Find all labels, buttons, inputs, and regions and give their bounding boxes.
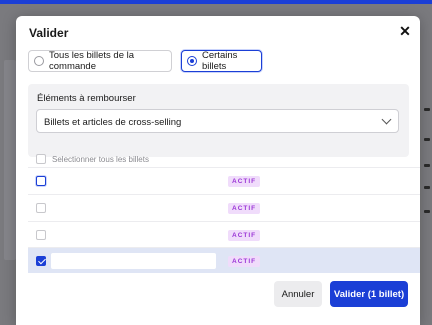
select-all-checkbox[interactable] xyxy=(36,154,46,164)
background-panel xyxy=(4,60,16,260)
select-all-label: Selectionner tous les billets xyxy=(52,154,149,164)
ticket-checkbox[interactable] xyxy=(36,256,46,266)
ticket-row: ACTIF xyxy=(28,194,420,220)
chevron-down-icon xyxy=(381,114,392,125)
status-badge: ACTIF xyxy=(228,203,261,214)
select-all-tickets[interactable]: Selectionner tous les billets xyxy=(36,151,149,167)
radio-unchecked-icon[interactable] xyxy=(34,56,44,66)
ticket-checkbox[interactable] xyxy=(36,230,46,240)
status-badge: ACTIF xyxy=(228,230,261,241)
refund-items-label: Éléments à rembourser xyxy=(37,93,136,104)
status-badge: ACTIF xyxy=(228,256,261,267)
ticket-checkbox[interactable] xyxy=(36,176,46,186)
status-badge: ACTIF xyxy=(228,176,261,187)
radio-checked-icon[interactable] xyxy=(187,56,197,66)
ticket-row: ACTIF xyxy=(28,221,420,247)
background-right-edge xyxy=(418,100,432,220)
ticket-holder-input[interactable] xyxy=(51,253,216,269)
ticket-checkbox[interactable] xyxy=(36,203,46,213)
radio-some-tickets[interactable]: Certains billets xyxy=(181,50,262,72)
ticket-row: ACTIF xyxy=(28,247,420,273)
modal-title: Valider xyxy=(29,26,69,40)
radio-all-tickets[interactable]: Tous les billets de la commande xyxy=(28,50,172,72)
cancel-button[interactable]: Annuler xyxy=(274,281,322,307)
radio-all-tickets-label: Tous les billets de la commande xyxy=(49,50,135,72)
refund-items-section: Éléments à rembourser Billets et article… xyxy=(28,84,409,157)
refund-items-select[interactable]: Billets et articles de cross-selling xyxy=(36,109,399,133)
refund-modal: Valider ✕ Tous les billets de la command… xyxy=(16,16,420,325)
ticket-row: ACTIF xyxy=(28,167,420,193)
validate-button[interactable]: Valider (1 billet) xyxy=(330,281,408,307)
refund-items-value: Billets et articles de cross-selling xyxy=(44,117,182,128)
radio-some-tickets-label: Certains billets xyxy=(202,50,238,72)
close-icon[interactable]: ✕ xyxy=(398,24,412,38)
